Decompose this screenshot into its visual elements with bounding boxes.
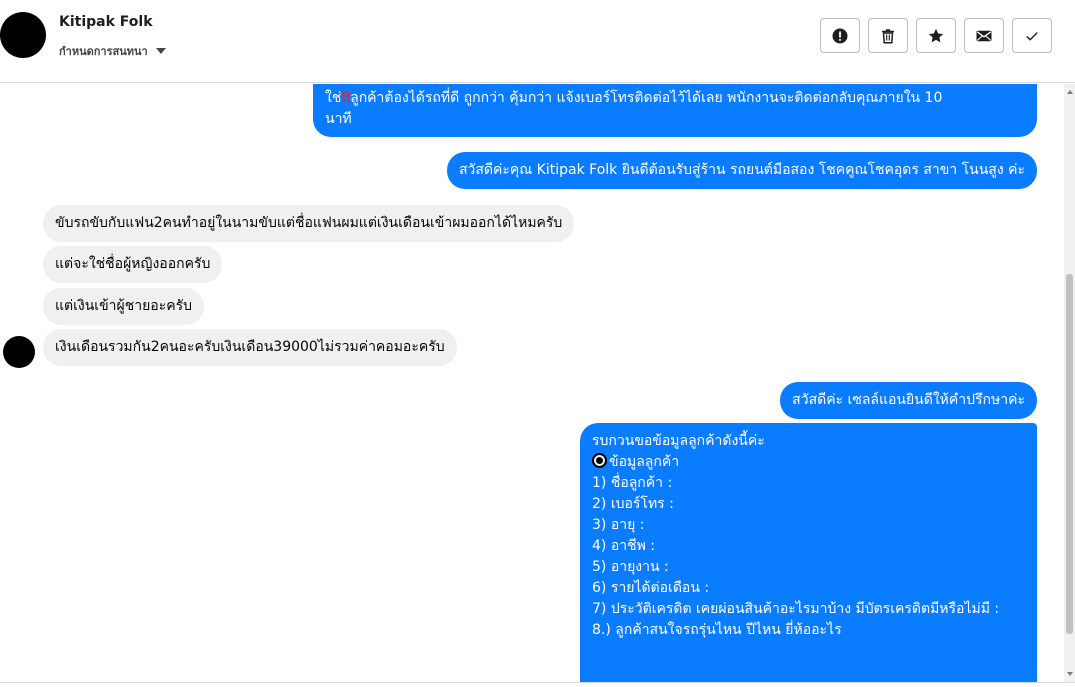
contact-avatar[interactable] bbox=[0, 12, 46, 58]
delete-button[interactable] bbox=[868, 18, 908, 53]
radio-button-emoji bbox=[592, 453, 607, 468]
mark-done-button[interactable] bbox=[1012, 18, 1052, 53]
assign-label: กำหนดการสนทนา bbox=[59, 45, 148, 58]
composer-edge bbox=[0, 682, 1075, 687]
outgoing-message: รบกวนขอข้อมูลลูกค้าดังนี้ค่ะ ข้อมูลลูกค้… bbox=[580, 423, 1037, 682]
incoming-message: เงินเดือนรวมกัน2คนอะครับเงินเดือน39000ไม… bbox=[43, 329, 457, 366]
trash-icon bbox=[882, 28, 894, 43]
outgoing-message: ใช่‼ลูกค้าต้องได้รถที่ดี ถูกกว่า คุ้มกว่… bbox=[313, 84, 1037, 137]
incoming-message: แต่จะใช่ชื่อผู้หญิงออกครับ bbox=[43, 246, 223, 283]
alert-icon bbox=[832, 28, 848, 43]
message-thread[interactable]: ใช่‼ลูกค้าต้องได้รถที่ดี ถูกกว่า คุ้มกว่… bbox=[0, 84, 1064, 682]
outgoing-message: สวัสดีค่ะคุณ Kitipak Folk ยินดีต้อนรับสู… bbox=[446, 152, 1037, 189]
star-button[interactable] bbox=[916, 18, 956, 53]
outgoing-message: สวัสดีค่ะ เซลล์แอนยินดีให้คำปรึกษาค่ะ bbox=[780, 382, 1037, 419]
mark-spam-button[interactable] bbox=[820, 18, 860, 53]
mark-unread-button[interactable] bbox=[964, 18, 1004, 53]
conversation-actions bbox=[820, 18, 1052, 53]
caret-down-icon bbox=[155, 48, 166, 54]
incoming-message: แต่เงินเข้าผู้ชายอะครับ bbox=[43, 288, 204, 325]
assign-conversation-dropdown[interactable]: กำหนดการสนทนา bbox=[59, 42, 166, 60]
scrollbar-thumb[interactable] bbox=[1066, 274, 1073, 634]
check-icon bbox=[1026, 31, 1038, 41]
thread-scrollbar[interactable] bbox=[1064, 84, 1075, 682]
double-exclamation-emoji: ‼ bbox=[341, 90, 351, 106]
sender-avatar[interactable] bbox=[3, 336, 35, 368]
contact-name[interactable]: Kitipak Folk bbox=[59, 14, 153, 30]
conversation-header: Kitipak Folk กำหนดการสนทนา bbox=[0, 0, 1075, 83]
mail-icon bbox=[976, 30, 992, 41]
star-icon bbox=[928, 28, 944, 42]
scroll-down-arrow-icon[interactable] bbox=[1067, 672, 1073, 676]
incoming-message: ขับรถขับกับแฟน2คนทำอยู่ในนามขับแต่ชื่อแฟ… bbox=[43, 205, 575, 242]
scroll-up-arrow-icon[interactable] bbox=[1067, 90, 1073, 94]
